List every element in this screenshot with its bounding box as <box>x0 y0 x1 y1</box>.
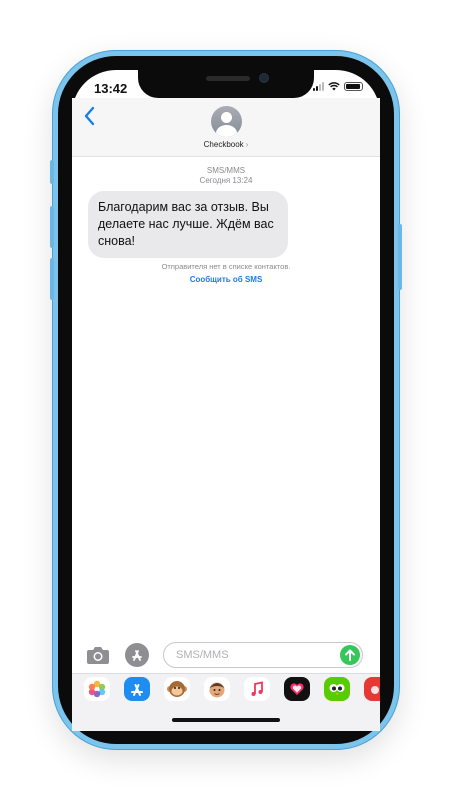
volume-down-button <box>50 258 54 300</box>
message-type-label: SMS/MMS <box>206 166 246 175</box>
arrow-up-icon <box>345 649 355 661</box>
home-indicator[interactable] <box>172 718 280 722</box>
send-button[interactable] <box>340 645 360 665</box>
music-icon[interactable] <box>244 677 270 701</box>
incoming-message-bubble[interactable]: Благодарим вас за отзыв. Вы делаете нас … <box>88 191 288 258</box>
battery-icon <box>344 82 363 91</box>
camera-icon[interactable] <box>86 645 110 665</box>
report-sms-link[interactable]: Сообщить об SMS <box>150 275 302 284</box>
app-store-a-icon <box>132 650 142 661</box>
back-chevron-icon[interactable] <box>82 106 98 126</box>
animoji-icon[interactable] <box>164 677 190 701</box>
app-store-drawer-button[interactable] <box>125 643 149 667</box>
digital-touch-icon[interactable] <box>284 677 310 701</box>
message-input[interactable]: SMS/MMS <box>163 642 363 668</box>
contact-name-button[interactable]: Checkbook › <box>170 140 282 149</box>
cellular-signal-icon <box>313 82 324 91</box>
message-input-placeholder: SMS/MMS <box>176 649 229 661</box>
wifi-icon <box>328 82 340 91</box>
memoji-icon[interactable] <box>204 677 230 701</box>
front-camera <box>260 74 268 82</box>
red-app-icon[interactable] <box>364 677 380 701</box>
status-time: 13:42 <box>94 81 128 96</box>
mute-switch <box>50 160 54 184</box>
chevron-right-icon: › <box>245 140 249 149</box>
notch <box>138 70 314 98</box>
status-icons <box>313 82 363 91</box>
duolingo-icon[interactable] <box>324 677 350 701</box>
unknown-sender-notice: Отправителя нет в списке контактов. <box>161 262 291 271</box>
photos-app-icon[interactable] <box>84 677 110 701</box>
contact-avatar[interactable] <box>211 106 242 137</box>
app-store-icon[interactable] <box>124 677 150 701</box>
speaker-grille <box>206 76 250 81</box>
power-button <box>398 224 402 290</box>
message-timestamp: Сегодня 13:24 <box>199 176 253 185</box>
contact-name: Checkbook <box>203 140 244 149</box>
volume-up-button <box>50 206 54 248</box>
